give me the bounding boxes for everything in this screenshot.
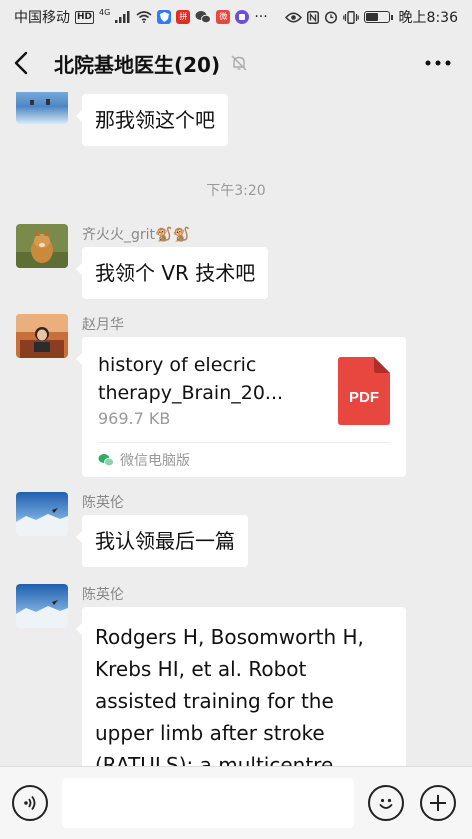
message-item: 陈英伦 我认领最后一篇 bbox=[16, 492, 248, 567]
voice-icon bbox=[24, 795, 36, 811]
eye-icon bbox=[284, 12, 302, 23]
message-bubble[interactable]: 我领个 VR 技术吧 bbox=[75, 247, 269, 299]
emoji-button[interactable] bbox=[368, 785, 404, 821]
clock-time: 晚上8:36 bbox=[398, 10, 458, 26]
status-bar: 中国移动 HD 4G 拼 微 ··· 晚上8:36 bbox=[0, 0, 472, 34]
bell-muted-icon bbox=[230, 54, 248, 72]
message-item: 赵月华 history of elecric therapy_Brain_20.… bbox=[16, 314, 406, 477]
message-bubble[interactable]: 我认领最后一篇 bbox=[76, 515, 248, 567]
message-bubble[interactable]: 那我领这个吧 bbox=[76, 94, 228, 146]
plus-icon bbox=[430, 795, 446, 811]
message-input[interactable] bbox=[62, 778, 354, 828]
pdf-label: PDF bbox=[349, 389, 379, 406]
avatar[interactable] bbox=[16, 492, 68, 536]
sender-name: 齐火火_grit🐒🐒 bbox=[82, 227, 190, 243]
avatar[interactable] bbox=[16, 224, 68, 268]
file-name: history of elecric therapy_Brain_20... bbox=[98, 354, 284, 404]
more-dots-icon bbox=[425, 60, 451, 66]
more-button[interactable] bbox=[418, 43, 458, 83]
pdf-file-icon: PDF bbox=[338, 357, 390, 425]
battery-level bbox=[365, 13, 378, 21]
file-source-label: 微信电脑版 bbox=[120, 453, 190, 469]
app-pinduoduo-icon: 拼 bbox=[176, 10, 191, 24]
avatar[interactable] bbox=[16, 314, 68, 358]
avatar[interactable] bbox=[16, 92, 68, 124]
file-message-card[interactable]: history of elecric therapy_Brain_20... 9… bbox=[76, 337, 406, 477]
sender-name: 陈英伦 bbox=[82, 587, 124, 603]
app-weibo-icon: 微 bbox=[216, 10, 231, 24]
hd-icon: HD bbox=[75, 10, 95, 24]
plus-button[interactable] bbox=[420, 785, 456, 821]
message-list[interactable]: 那我领这个吧 下午3:20 齐火火_grit🐒🐒 我领个 VR 技术吧 赵月华 … bbox=[0, 92, 472, 766]
app-purple-icon bbox=[235, 10, 250, 24]
network-label: 4G bbox=[99, 8, 111, 17]
message-bubble[interactable]: Rodgers H, Bosomworth H, Krebs HI, et al… bbox=[76, 607, 406, 766]
chat-header: 北院基地医生(20) bbox=[0, 34, 472, 92]
more-notifications-icon: ··· bbox=[254, 9, 268, 25]
wifi-icon bbox=[136, 11, 152, 23]
timestamp: 下午3:20 bbox=[206, 183, 266, 199]
alarm-icon bbox=[324, 10, 338, 24]
sender-name: 陈英伦 bbox=[82, 495, 124, 511]
voice-button[interactable] bbox=[12, 785, 48, 821]
file-size: 969.7 KB bbox=[98, 409, 171, 428]
back-button[interactable] bbox=[14, 43, 44, 83]
avatar[interactable] bbox=[16, 584, 68, 628]
battery-icon bbox=[363, 11, 393, 23]
nfc-icon bbox=[306, 10, 319, 24]
vibrate-icon bbox=[342, 10, 359, 24]
sender-name: 赵月华 bbox=[82, 317, 124, 333]
chat-title: 北院基地医生(20) bbox=[54, 52, 221, 77]
message-item: 陈英伦 Rodgers H, Bosomworth H, Krebs HI, e… bbox=[16, 584, 406, 766]
carrier-label: 中国移动 bbox=[14, 10, 70, 26]
emoji-icon bbox=[379, 798, 393, 809]
input-bar bbox=[0, 766, 472, 839]
message-item: 齐火火_grit🐒🐒 我领个 VR 技术吧 bbox=[16, 224, 269, 299]
app-shield-icon bbox=[157, 10, 172, 24]
message-item: 那我领这个吧 bbox=[16, 92, 228, 146]
signal-icon bbox=[115, 11, 131, 23]
chevron-left-icon bbox=[14, 51, 28, 75]
wechat-icon bbox=[98, 454, 114, 467]
file-source: 微信电脑版 bbox=[98, 443, 390, 477]
wechat-notify-icon bbox=[195, 10, 212, 24]
